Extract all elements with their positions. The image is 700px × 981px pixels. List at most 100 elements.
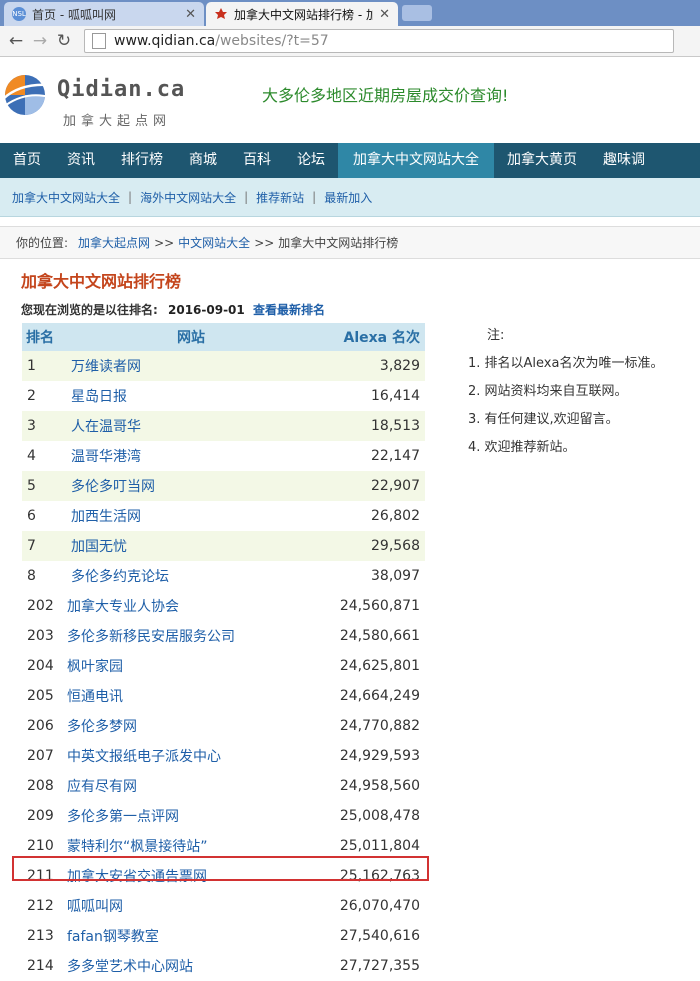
note-item: 2. 网站资料均来自互联网。: [468, 384, 628, 399]
breadcrumb-home[interactable]: 加拿大起点网: [78, 234, 150, 251]
alexa-rank-cell: 27,540,616: [304, 921, 425, 951]
site-name-link[interactable]: 呱呱叫网: [67, 891, 305, 921]
nav-item-wiki[interactable]: 百科: [230, 143, 284, 178]
reload-icon[interactable]: ↻: [52, 31, 76, 51]
rank-cell: 205: [22, 681, 67, 711]
nav-item-yellow-pages[interactable]: 加拿大黄页: [494, 143, 590, 178]
browser-tab-bar: NSL 首页 - 呱呱叫网 ✕ 加拿大中文网站排行榜 - 加 ✕: [0, 0, 700, 26]
breadcrumb-sites[interactable]: 中文网站大全: [178, 234, 250, 251]
nav-item-canada-sites[interactable]: 加拿大中文网站大全: [338, 143, 494, 178]
logo-wordmark: Qidian.ca: [57, 77, 186, 102]
table-row: 209 多伦多第一点评网 25,008,478: [22, 801, 425, 831]
rank-cell: 214: [22, 951, 67, 981]
table-row: 206 多伦多梦网 24,770,882: [22, 711, 425, 741]
nav-item-news[interactable]: 资讯: [54, 143, 108, 178]
subnav-divider: |: [128, 190, 133, 204]
table-row: 1 万维读者网 3,829: [22, 351, 425, 381]
breadcrumb-separator: >>: [254, 235, 275, 250]
maple-leaf-favicon-icon: [215, 8, 227, 19]
rank-cell: 3: [22, 411, 67, 441]
site-name-link[interactable]: fafan钢琴教室: [67, 921, 305, 951]
table-row: 5 多伦多叮当网 22,907: [22, 471, 425, 501]
site-name-link[interactable]: 人在温哥华: [67, 411, 305, 441]
view-latest-ranking-link[interactable]: 查看最新排名: [253, 303, 325, 317]
rank-cell: 209: [22, 801, 67, 831]
rank-cell: 8: [22, 561, 67, 591]
alexa-rank-cell: 26,802: [304, 501, 425, 531]
table-row: 4 温哥华港湾 22,147: [22, 441, 425, 471]
table-row: 213 fafan钢琴教室 27,540,616: [22, 921, 425, 951]
site-name-link[interactable]: 多多堂艺术中心网站: [67, 951, 305, 981]
history-ranking-line: 您现在浏览的是以往排名: 2016-09-01 查看最新排名: [21, 301, 700, 318]
subnav-canada-sites[interactable]: 加拿大中文网站大全: [12, 189, 120, 206]
alexa-rank-cell: 38,097: [304, 561, 425, 591]
nav-item-fun[interactable]: 趣味调: [590, 143, 658, 178]
browser-tab-2[interactable]: 加拿大中文网站排行榜 - 加 ✕: [206, 2, 398, 26]
alexa-rank-cell: 24,560,871: [304, 591, 425, 621]
rank-cell: 208: [22, 771, 67, 801]
back-arrow-icon[interactable]: ←: [4, 31, 28, 51]
tab-title: 加拿大中文网站排行榜 - 加: [234, 7, 374, 22]
note-item: 3. 有任何建议,欢迎留言。: [468, 412, 619, 427]
table-row: 3 人在温哥华 18,513: [22, 411, 425, 441]
logo-subtitle: 加拿大起点网: [63, 114, 172, 129]
nav-item-home[interactable]: 首页: [0, 143, 54, 178]
site-name-link[interactable]: 万维读者网: [67, 351, 305, 381]
nav-item-ranking[interactable]: 排行榜: [108, 143, 176, 178]
site-name-link[interactable]: 加西生活网: [67, 501, 305, 531]
breadcrumb-separator: >>: [154, 235, 175, 250]
subnav-newest[interactable]: 最新加入: [324, 189, 372, 206]
subnav-recommend[interactable]: 推荐新站: [256, 189, 304, 206]
rank-cell: 5: [22, 471, 67, 501]
site-name-link[interactable]: 恒通电讯: [67, 681, 305, 711]
rank-cell: 212: [22, 891, 67, 921]
site-logo[interactable]: Qidian.ca 加拿大起点网: [0, 65, 184, 135]
site-name-link[interactable]: 加国无忧: [67, 531, 305, 561]
site-name-link[interactable]: 中英文报纸电子派发中心: [67, 741, 305, 771]
table-row: 7 加国无忧 29,568: [22, 531, 425, 561]
alexa-rank-cell: 24,770,882: [304, 711, 425, 741]
sub-nav: 加拿大中文网站大全 | 海外中文网站大全 | 推荐新站 | 最新加入: [0, 178, 700, 217]
site-name-link[interactable]: 枫叶家园: [67, 651, 305, 681]
site-name-link[interactable]: 加拿大专业人协会: [67, 591, 305, 621]
site-name-link[interactable]: 多伦多梦网: [67, 711, 305, 741]
alexa-rank-cell: 24,664,249: [304, 681, 425, 711]
address-bar[interactable]: www.qidian.ca/websites/?t=57: [84, 29, 674, 53]
site-name-link[interactable]: 温哥华港湾: [67, 441, 305, 471]
alexa-rank-cell: 26,070,470: [304, 891, 425, 921]
nav-item-forum[interactable]: 论坛: [284, 143, 338, 178]
history-label: 您现在浏览的是以往排名:: [21, 303, 158, 317]
rank-cell: 7: [22, 531, 67, 561]
alexa-rank-cell: 24,958,560: [304, 771, 425, 801]
rank-cell: 2: [22, 381, 67, 411]
nav-item-mall[interactable]: 商城: [176, 143, 230, 178]
close-tab-icon[interactable]: ✕: [379, 7, 390, 22]
housing-price-banner-link[interactable]: 大多伦多地区近期房屋成交价查询!: [262, 82, 508, 106]
site-name-link[interactable]: 多伦多第一点评网: [67, 801, 305, 831]
table-row: 208 应有尽有网 24,958,560: [22, 771, 425, 801]
subnav-divider: |: [244, 190, 249, 204]
site-favicon-icon: NSL: [12, 7, 26, 21]
browser-tab-1[interactable]: NSL 首页 - 呱呱叫网 ✕: [4, 2, 204, 26]
alexa-rank-cell: 24,580,661: [304, 621, 425, 651]
new-tab-button[interactable]: [402, 5, 432, 21]
subnav-overseas-sites[interactable]: 海外中文网站大全: [140, 189, 236, 206]
page-title: 加拿大中文网站排行榜: [21, 272, 182, 291]
rank-cell: 6: [22, 501, 67, 531]
site-name-link[interactable]: 多伦多约克论坛: [67, 561, 305, 591]
table-row: 202 加拿大专业人协会 24,560,871: [22, 591, 425, 621]
close-tab-icon[interactable]: ✕: [185, 7, 196, 22]
site-name-link[interactable]: 星岛日报: [67, 381, 305, 411]
breadcrumb: 你的位置: 加拿大起点网 >> 中文网站大全 >> 加拿大中文网站排行榜: [0, 226, 700, 259]
rank-cell: 213: [22, 921, 67, 951]
site-name-link[interactable]: 应有尽有网: [67, 771, 305, 801]
site-name-link[interactable]: 多伦多新移民安居服务公司: [67, 621, 305, 651]
alexa-rank-cell: 22,907: [304, 471, 425, 501]
highlight-box: [12, 856, 429, 881]
site-name-link[interactable]: 多伦多叮当网: [67, 471, 305, 501]
forward-arrow-icon[interactable]: →: [28, 31, 52, 51]
table-row: 203 多伦多新移民安居服务公司 24,580,661: [22, 621, 425, 651]
browser-toolbar: ← → ↻ www.qidian.ca/websites/?t=57: [0, 26, 700, 57]
alexa-rank-cell: 25,008,478: [304, 801, 425, 831]
subnav-divider: |: [312, 190, 317, 204]
